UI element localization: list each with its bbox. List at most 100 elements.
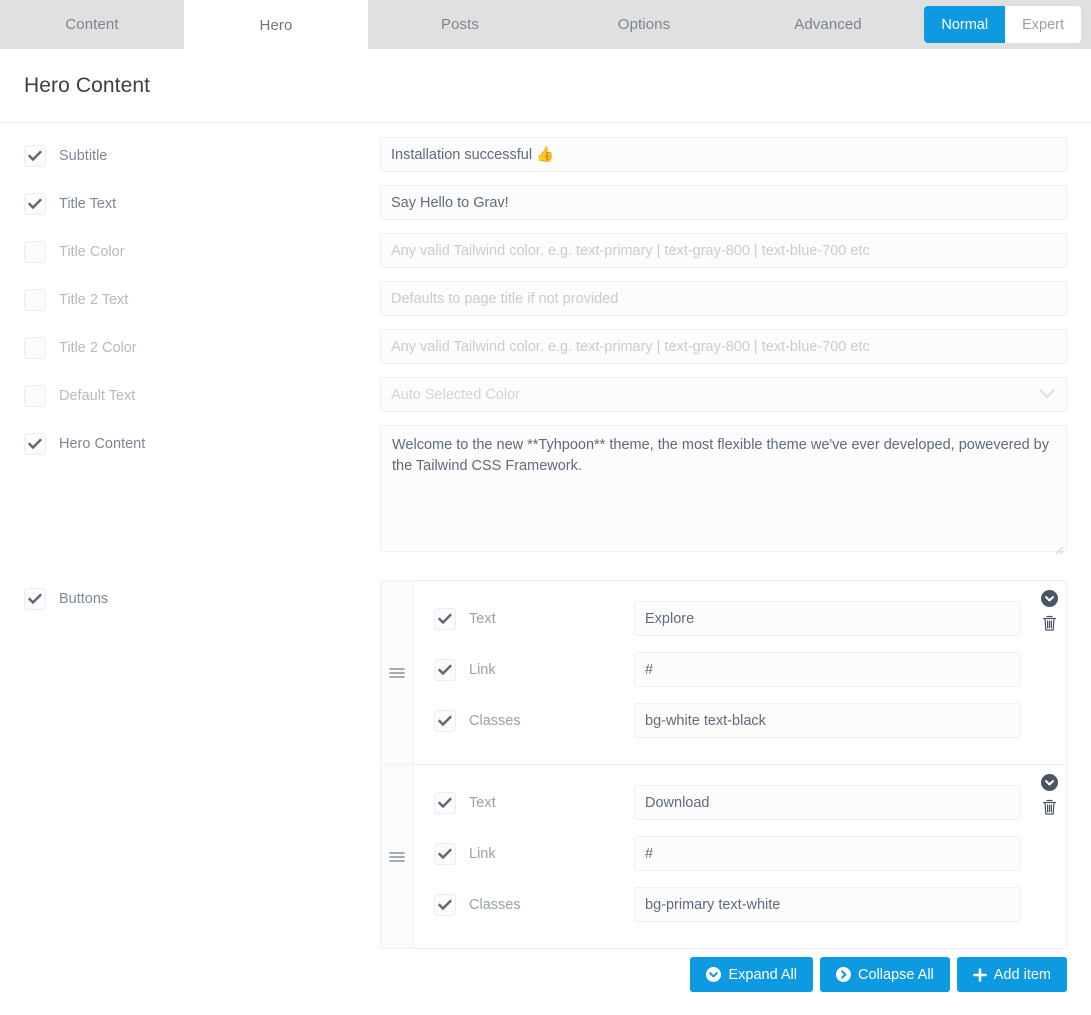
list-item: Text Link (380, 764, 1067, 949)
field-label: Title Color (59, 243, 125, 260)
checkbox-title2-text[interactable] (24, 288, 46, 311)
mode-expert-button[interactable]: Expert (1005, 6, 1081, 43)
mode-normal-button[interactable]: Normal (924, 6, 1006, 43)
field-row-title2-color: Title 2 Color (0, 329, 1091, 364)
collection-label: Buttons (59, 590, 109, 607)
item-label: Text (469, 610, 496, 627)
tab-label: Advanced (794, 16, 862, 33)
item-field-link: Link (414, 836, 1066, 871)
title2-color-input[interactable] (380, 329, 1067, 364)
item-input-col (634, 836, 1066, 871)
checkbox-title-text[interactable] (24, 192, 46, 215)
section-header: Hero Content (0, 49, 1091, 123)
tab-label: Hero (259, 17, 293, 34)
item-input-col (634, 601, 1066, 636)
field-row-title2-text: Title 2 Text (0, 281, 1091, 316)
subtitle-input[interactable] (380, 137, 1067, 172)
item-label: Classes (469, 896, 521, 913)
checkbox-item-text[interactable] (434, 607, 456, 630)
item-label: Link (469, 661, 496, 678)
item-input-col (634, 703, 1066, 738)
item-classes-input[interactable] (634, 887, 1021, 922)
collection-footer: Expand All Collapse All Add item (380, 957, 1067, 992)
checkbox-title2-color[interactable] (24, 336, 46, 359)
hamburger-icon (389, 667, 405, 678)
field-label: Hero Content (59, 435, 146, 452)
collection-label-col: Buttons (24, 580, 380, 615)
default-text-select-wrap (380, 377, 1067, 412)
checkbox-subtitle[interactable] (24, 144, 46, 167)
tab-label: Posts (440, 16, 479, 33)
chevron-down-circle-icon (706, 967, 722, 982)
expand-all-button[interactable]: Expand All (690, 957, 813, 992)
checkbox-hero-content[interactable] (24, 432, 46, 455)
item-label-col: Classes (434, 709, 634, 732)
item-label: Text (469, 794, 496, 811)
item-classes-input[interactable] (634, 703, 1021, 738)
item-link-input[interactable] (634, 652, 1021, 687)
checkbox-item-link[interactable] (434, 658, 456, 681)
checkbox-default-text[interactable] (24, 384, 46, 407)
field-row-title-text: Title Text (0, 185, 1091, 220)
item-label-col: Link (434, 842, 634, 865)
item-link-input[interactable] (634, 836, 1021, 871)
field-label-col: Default Text (24, 377, 380, 412)
delete-item-icon[interactable] (1042, 799, 1057, 816)
item-label: Link (469, 845, 496, 862)
field-input-col: Welcome to the new **Tyhpoon** theme, th… (380, 425, 1067, 557)
collapse-item-icon[interactable] (1041, 774, 1058, 791)
tab-posts[interactable]: Posts (368, 0, 552, 49)
list-item-body: Text Link (414, 581, 1066, 764)
item-text-input[interactable] (634, 601, 1021, 636)
tab-hero[interactable]: Hero (184, 0, 368, 51)
item-label-col: Link (434, 658, 634, 681)
list-item: Text Link (380, 580, 1067, 765)
checkbox-item-classes[interactable] (434, 893, 456, 916)
checkbox-item-classes[interactable] (434, 709, 456, 732)
buttons-collection: Text Link (380, 580, 1067, 992)
field-label: Title Text (59, 195, 117, 212)
checkbox-buttons[interactable] (24, 587, 46, 610)
item-label-col: Text (434, 607, 634, 630)
item-label-col: Text (434, 791, 634, 814)
title2-text-input[interactable] (380, 281, 1067, 316)
item-label: Classes (469, 712, 521, 729)
title-text-input[interactable] (380, 185, 1067, 220)
hamburger-icon (389, 851, 405, 862)
delete-item-icon[interactable] (1042, 615, 1057, 632)
tab-advanced[interactable]: Advanced (736, 0, 920, 49)
item-field-text: Text (414, 601, 1066, 636)
add-item-button[interactable]: Add item (956, 957, 1067, 992)
hero-form: Subtitle Title Text (0, 123, 1091, 992)
checkbox-item-text[interactable] (434, 791, 456, 814)
item-input-col (634, 652, 1066, 687)
field-row-default-text: Default Text (0, 377, 1091, 412)
checkbox-item-link[interactable] (434, 842, 456, 865)
item-text-input[interactable] (634, 785, 1021, 820)
drag-handle[interactable] (381, 581, 414, 764)
collapse-item-icon[interactable] (1041, 590, 1058, 607)
list-item-actions (1041, 590, 1058, 632)
button-label: Collapse All (858, 966, 934, 983)
list-item-body: Text Link (414, 765, 1066, 948)
title-color-input[interactable] (380, 233, 1067, 268)
tab-content[interactable]: Content (0, 0, 184, 49)
field-label-col: Subtitle (24, 137, 380, 172)
field-label-col: Title 2 Text (24, 281, 380, 316)
drag-handle[interactable] (381, 765, 414, 948)
field-input-col (380, 137, 1067, 172)
collapse-all-button[interactable]: Collapse All (820, 957, 950, 992)
field-row-title-color: Title Color (0, 233, 1091, 268)
default-text-select[interactable] (380, 377, 1067, 412)
hero-content-textarea[interactable]: Welcome to the new **Tyhpoon** theme, th… (380, 425, 1067, 552)
mode-toggle: Normal Expert (924, 6, 1081, 43)
tab-options[interactable]: Options (552, 0, 736, 49)
item-label-col: Classes (434, 893, 634, 916)
field-input-col (380, 233, 1067, 268)
field-row-hero-content: Hero Content Welcome to the new **Tyhpoo… (0, 425, 1091, 557)
item-input-col (634, 785, 1066, 820)
field-label: Title 2 Color (59, 339, 137, 356)
checkbox-title-color[interactable] (24, 240, 46, 263)
chevron-right-circle-icon (836, 967, 851, 982)
item-input-col (634, 887, 1066, 922)
